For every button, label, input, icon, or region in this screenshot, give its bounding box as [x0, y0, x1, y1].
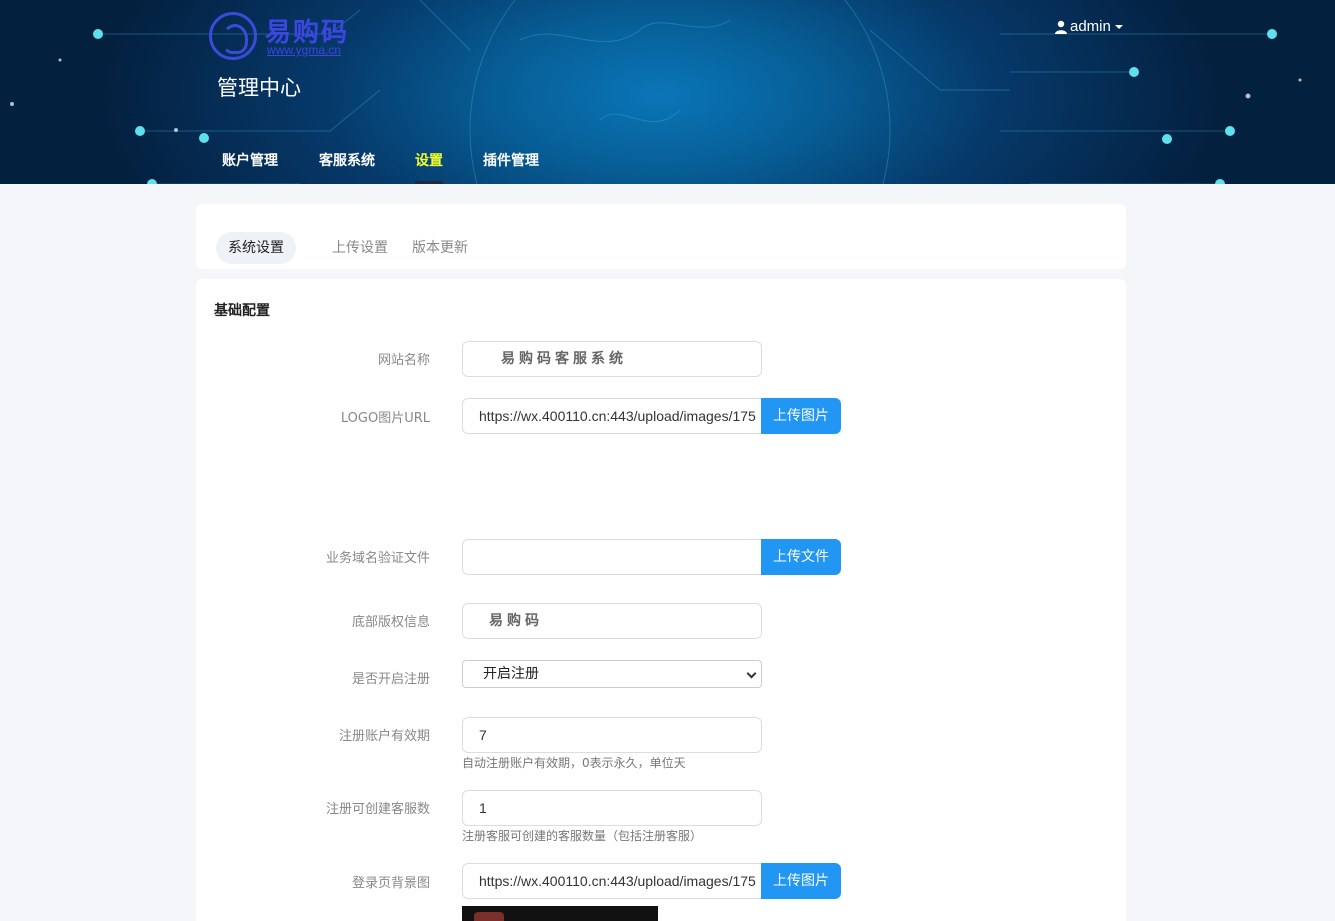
account-validity-input[interactable]: 7 — [462, 717, 762, 753]
service-count-hint: 注册客服可创建的客服数量（包括注册客服） — [462, 829, 703, 843]
nav-plugin-management[interactable]: 插件管理 — [483, 150, 539, 184]
tab-version-update[interactable]: 版本更新 — [412, 232, 468, 264]
copyright-input[interactable]: 易购码 — [462, 603, 762, 639]
registration-selected: 开启注册 — [483, 666, 539, 682]
user-icon — [1055, 20, 1067, 34]
registration-label: 是否开启注册 — [351, 672, 430, 687]
logo-url-input[interactable]: https://wx.400110.cn:443/upload/images/1… — [462, 398, 762, 434]
tab-system-settings[interactable]: 系统设置 — [216, 232, 296, 264]
nav-customer-service[interactable]: 客服系统 — [319, 150, 375, 184]
upload-logo-button[interactable]: 上传图片 — [761, 398, 841, 434]
login-bg-input[interactable]: https://wx.400110.cn:443/upload/images/1… — [462, 863, 762, 899]
domain-file-input[interactable] — [462, 539, 762, 575]
top-header: 易购码 www.ygma.cn 管理中心 admin 账户管理 客服系统 设置 … — [0, 0, 1335, 184]
user-menu[interactable]: admin — [1054, 18, 1123, 35]
caret-down-icon — [1114, 24, 1123, 29]
login-bg-preview — [462, 906, 658, 921]
domain-file-label: 业务域名验证文件 — [325, 551, 430, 566]
copyright-label: 底部版权信息 — [351, 615, 430, 630]
settings-form: 基础配置 网站名称 易购码客服系统 LOGO图片URL https://wx.4… — [196, 279, 1126, 921]
registration-select[interactable]: 开启注册 — [462, 660, 762, 688]
header-background — [10, 0, 1302, 184]
settings-tabs: 系统设置 上传设置 版本更新 — [196, 204, 1126, 269]
site-name-input[interactable]: 易购码客服系统 — [462, 341, 762, 377]
service-count-label: 注册可创建客服数 — [325, 802, 430, 817]
logo-url[interactable]: www.ygma.cn — [267, 43, 341, 57]
select-chevron-icon — [746, 668, 757, 679]
nav-account-management[interactable]: 账户管理 — [222, 150, 278, 184]
nav-settings[interactable]: 设置 — [415, 150, 443, 184]
logo-url-label: LOGO图片URL — [340, 411, 430, 426]
logo-icon — [209, 12, 257, 60]
upload-login-bg-button[interactable]: 上传图片 — [761, 863, 841, 899]
service-count-input[interactable]: 1 — [462, 790, 762, 826]
site-name-label: 网站名称 — [377, 353, 430, 368]
tab-upload-settings[interactable]: 上传设置 — [332, 232, 388, 264]
user-name: admin — [1070, 18, 1111, 35]
upload-file-button[interactable]: 上传文件 — [761, 539, 841, 575]
account-validity-label: 注册账户有效期 — [338, 729, 430, 744]
account-validity-hint: 自动注册账户有效期，0表示永久，单位天 — [462, 756, 686, 770]
section-title: 基础配置 — [214, 303, 270, 319]
brand-logo[interactable]: 易购码 www.ygma.cn — [209, 12, 359, 62]
login-bg-label: 登录页背景图 — [351, 876, 430, 891]
page-title: 管理中心 — [217, 76, 301, 100]
